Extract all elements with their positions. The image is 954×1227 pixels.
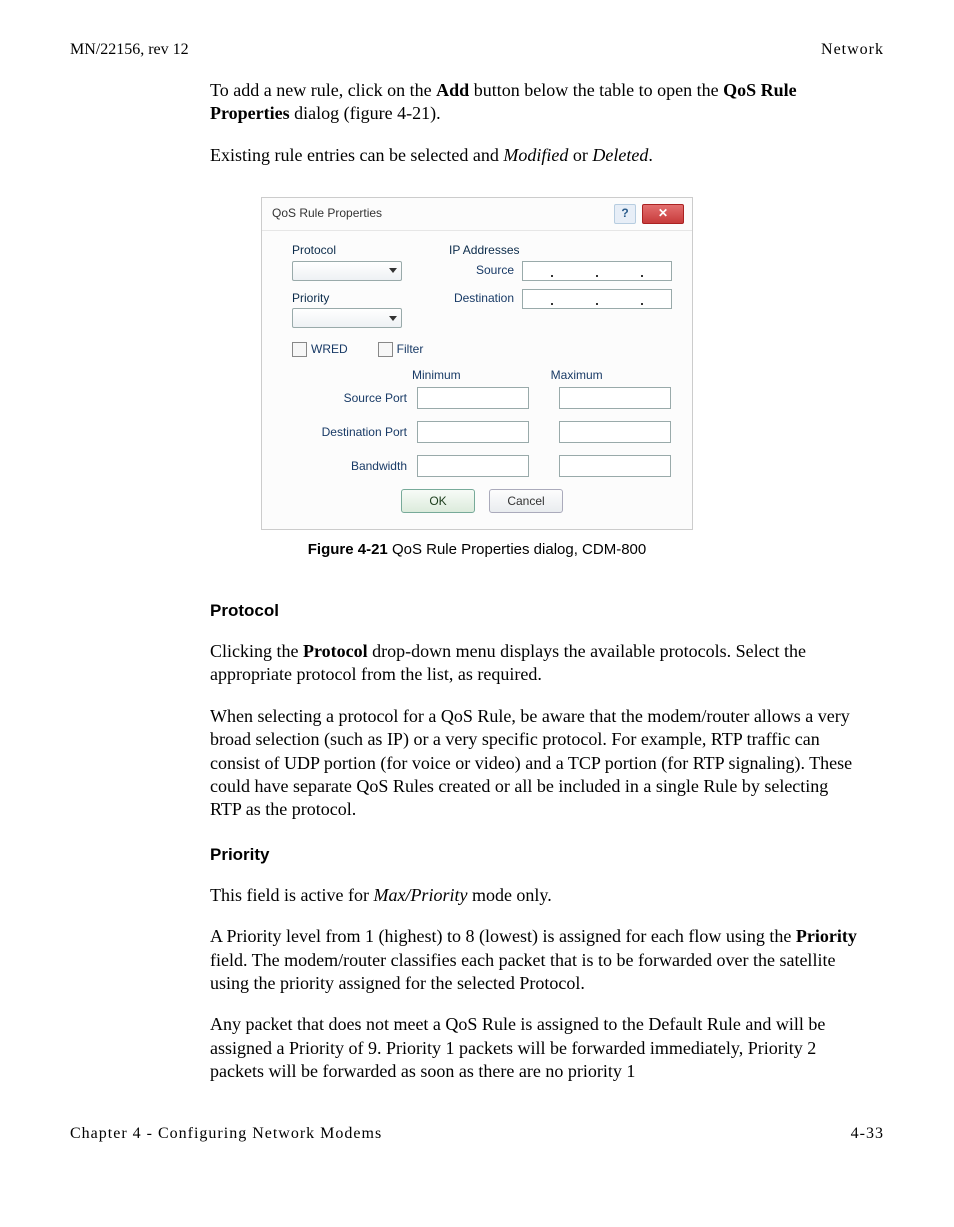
bold: Protocol (303, 641, 368, 661)
cancel-button[interactable]: Cancel (489, 489, 563, 513)
ip-addresses-label: IP Addresses (449, 243, 672, 259)
label: Cancel (507, 494, 544, 510)
destination-label: Destination (429, 291, 522, 307)
page-footer: Chapter 4 - Configuring Network Modems 4… (70, 1124, 884, 1145)
italic: Deleted (592, 145, 648, 165)
text: field. The modem/router classifies each … (210, 950, 835, 993)
destination-port-min-input[interactable] (417, 421, 529, 443)
text: . (648, 145, 653, 165)
qos-rule-properties-dialog: QoS Rule Properties ? ✕ Protocol Priorit… (261, 197, 693, 530)
protocol-heading: Protocol (210, 600, 884, 622)
intro-p2: Existing rule entries can be selected an… (210, 144, 864, 167)
bandwidth-max-input[interactable] (559, 455, 671, 477)
maximum-header: Maximum (551, 368, 603, 384)
bandwidth-min-input[interactable] (417, 455, 529, 477)
chevron-down-icon (389, 316, 397, 321)
destination-port-max-input[interactable] (559, 421, 671, 443)
label: OK (429, 494, 446, 510)
destination-ip-input[interactable] (522, 289, 672, 309)
footer-right: 4-33 (851, 1124, 884, 1145)
bold: Priority (796, 926, 857, 946)
text: dialog (figure 4-21). (290, 103, 441, 123)
dialog-title: QoS Rule Properties (272, 206, 382, 222)
figure-text: QoS Rule Properties dialog, CDM-800 (388, 541, 646, 558)
priority-label: Priority (292, 291, 429, 307)
text: or (568, 145, 592, 165)
chevron-down-icon (389, 268, 397, 273)
wred-checkbox[interactable]: WRED (292, 342, 348, 358)
source-port-min-input[interactable] (417, 387, 529, 409)
close-icon[interactable]: ✕ (642, 204, 684, 224)
bandwidth-label: Bandwidth (292, 459, 417, 475)
italic: Modified (503, 145, 568, 165)
priority-p1: This field is active for Max/Priority mo… (210, 884, 864, 907)
priority-p2: A Priority level from 1 (highest) to 8 (… (210, 925, 864, 995)
source-port-label: Source Port (292, 391, 417, 407)
dialog-screenshot: QoS Rule Properties ? ✕ Protocol Priorit… (70, 197, 884, 530)
header-left: MN/22156, rev 12 (70, 40, 189, 61)
help-icon[interactable]: ? (614, 204, 636, 224)
label: WRED (311, 342, 348, 356)
glyph: ✕ (658, 206, 668, 222)
source-port-max-input[interactable] (559, 387, 671, 409)
protocol-p2: When selecting a protocol for a QoS Rule… (210, 705, 864, 822)
source-label: Source (429, 263, 522, 279)
glyph: ? (621, 206, 628, 222)
italic: Max/Priority (373, 885, 467, 905)
figure-caption: Figure 4-21 QoS Rule Properties dialog, … (70, 540, 884, 560)
figure-number: Figure 4-21 (308, 541, 388, 558)
page-header: MN/22156, rev 12 Network (70, 40, 884, 61)
protocol-dropdown[interactable] (292, 261, 402, 281)
destination-port-label: Destination Port (292, 425, 417, 441)
label: Filter (397, 342, 424, 356)
filter-checkbox[interactable]: Filter (378, 342, 424, 358)
ok-button[interactable]: OK (401, 489, 475, 513)
protocol-label: Protocol (292, 243, 429, 259)
priority-heading: Priority (210, 844, 884, 866)
text: A Priority level from 1 (highest) to 8 (… (210, 926, 796, 946)
text: This field is active for (210, 885, 373, 905)
priority-p3: Any packet that does not meet a QoS Rule… (210, 1013, 864, 1083)
source-ip-input[interactable] (522, 261, 672, 281)
text: mode only. (467, 885, 551, 905)
bold: Add (436, 80, 469, 100)
priority-dropdown[interactable] (292, 308, 402, 328)
text: button below the table to open the (469, 80, 723, 100)
header-right: Network (821, 40, 884, 61)
protocol-p1: Clicking the Protocol drop-down menu dis… (210, 640, 864, 687)
intro-p1: To add a new rule, click on the Add butt… (210, 79, 864, 126)
text: Clicking the (210, 641, 303, 661)
minimum-header: Minimum (412, 368, 461, 384)
dialog-titlebar: QoS Rule Properties ? ✕ (262, 198, 692, 231)
footer-left: Chapter 4 - Configuring Network Modems (70, 1124, 382, 1145)
text: To add a new rule, click on the (210, 80, 436, 100)
text: Existing rule entries can be selected an… (210, 145, 503, 165)
